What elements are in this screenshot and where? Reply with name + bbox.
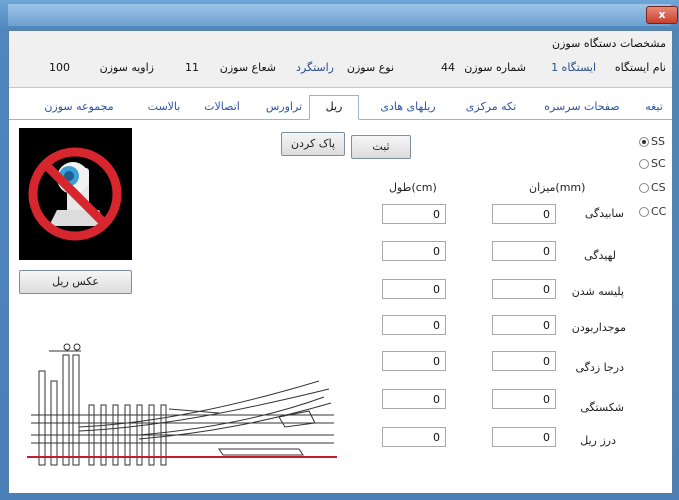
station-value: ایستگاه 1: [551, 61, 596, 74]
save-button[interactable]: ثبت: [351, 135, 411, 159]
corrugation-length-field[interactable]: 0: [382, 315, 446, 335]
switch-number-value: 44: [441, 61, 455, 74]
row-label-wear: سابیدگی: [584, 207, 624, 220]
switch-number-label: شماره سوزن: [464, 61, 526, 74]
row-label-corrugation: موجداربودن: [571, 321, 626, 334]
tab-rail[interactable]: ریل: [309, 95, 359, 120]
tab-guide-rails[interactable]: ریلهای هادی: [371, 98, 445, 116]
wear-length-field[interactable]: 0: [382, 204, 446, 224]
tab-fastenings[interactable]: اتصالات: [197, 98, 247, 116]
crushing-amount-field[interactable]: 0: [492, 241, 556, 261]
radius-value: 11: [185, 61, 199, 74]
switch-type-label: نوع سوزن: [346, 61, 394, 74]
fracture-amount-field[interactable]: 0: [492, 389, 556, 409]
corrugation-amount-field[interactable]: 0: [492, 315, 556, 335]
tab-switch-assembly[interactable]: مجموعه سوزن: [35, 98, 123, 116]
radius-label: شعاع سوزن: [219, 61, 276, 74]
row-label-crushing: لهیدگی: [584, 249, 616, 262]
amount-column-header: میزان(mm): [529, 181, 586, 194]
radio-sc-dot[interactable]: [639, 159, 649, 169]
window-frame: x مشخصات دستگاه سوزن نام ایستگاه ایستگاه…: [0, 0, 679, 500]
tab-ballast[interactable]: بالاست: [139, 98, 189, 116]
flaking-amount-field[interactable]: 0: [492, 279, 556, 299]
rail-photo: [19, 128, 132, 260]
row-label-fracture: شکستگی: [580, 401, 624, 414]
row-label-wheel-burn: درجا زدگی: [575, 361, 624, 374]
tab-strip: تیغه صفحات سرسره تکه مرکزی ریلهای هادی ر…: [9, 95, 672, 120]
wheel-burn-length-field[interactable]: 0: [382, 351, 446, 371]
radio-ss-label: SS: [651, 135, 665, 148]
close-button[interactable]: x: [646, 6, 678, 24]
crushing-length-field[interactable]: 0: [382, 241, 446, 261]
fracture-length-field[interactable]: 0: [382, 389, 446, 409]
rail-joint-length-field[interactable]: 0: [382, 427, 446, 447]
switch-rail-diagram: [27, 343, 337, 466]
no-camera-icon: [19, 128, 132, 260]
station-label: نام ایستگاه: [614, 61, 666, 74]
radio-cs-label: CS: [651, 181, 666, 194]
wear-amount-field[interactable]: 0: [492, 204, 556, 224]
title-bar: [8, 4, 671, 26]
radio-ss-dot[interactable]: [639, 137, 649, 147]
tab-blade[interactable]: تیغه: [641, 98, 667, 116]
rail-photo-button[interactable]: عکس ریل: [19, 270, 132, 294]
tab-frog[interactable]: تکه مرکزی: [455, 98, 527, 116]
switch-diagram: [19, 331, 341, 481]
tab-sleepers[interactable]: تراورس: [259, 98, 309, 116]
radio-cc-dot[interactable]: [639, 207, 649, 217]
switch-type-value: راستگرد: [296, 61, 334, 74]
radio-cs-dot[interactable]: [639, 183, 649, 193]
angle-value: 100: [49, 61, 70, 74]
radio-cc-label: CC: [651, 205, 667, 218]
angle-label: زاویه سوزن: [99, 61, 154, 74]
tab-slide-plates[interactable]: صفحات سرسره: [537, 98, 627, 116]
clear-button[interactable]: پاک کردن: [281, 132, 345, 156]
flaking-length-field[interactable]: 0: [382, 279, 446, 299]
row-label-rail-joint: درز ریل: [580, 434, 616, 447]
length-column-header: طول(cm): [389, 181, 437, 194]
row-label-flaking: پلیسه شدن: [571, 285, 624, 298]
client-area: مشخصات دستگاه سوزن نام ایستگاه ایستگاه 1…: [8, 30, 673, 494]
panel-header: مشخصات دستگاه سوزن: [552, 37, 666, 50]
rail-joint-amount-field[interactable]: 0: [492, 427, 556, 447]
wheel-burn-amount-field[interactable]: 0: [492, 351, 556, 371]
switch-info-panel: مشخصات دستگاه سوزن نام ایستگاه ایستگاه 1…: [9, 31, 672, 88]
radio-sc-label: SC: [651, 157, 666, 170]
